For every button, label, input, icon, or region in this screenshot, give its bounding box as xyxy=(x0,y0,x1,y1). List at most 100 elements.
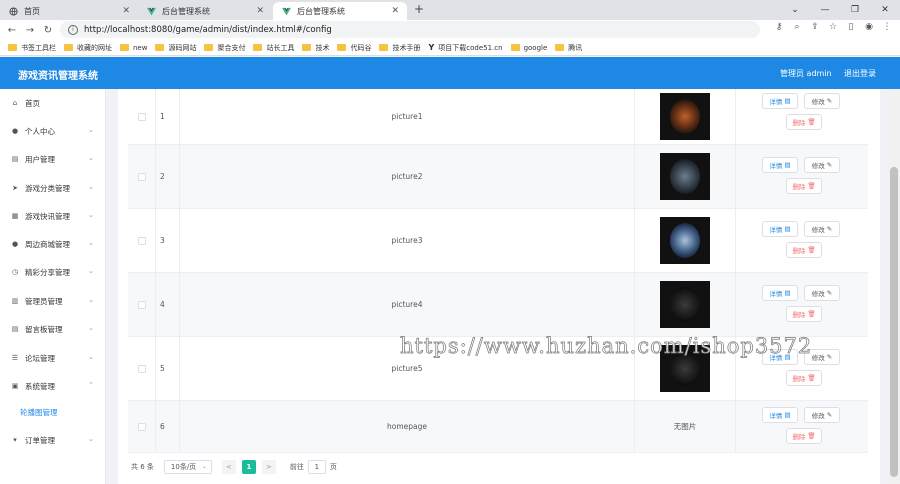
row-index: 6 xyxy=(156,401,180,452)
chevron-down-icon[interactable]: ⌄ xyxy=(780,0,810,20)
sidebar-item-system[interactable]: ▣ 系统管理 ⌃ xyxy=(0,376,106,396)
row-checkbox[interactable] xyxy=(137,236,146,245)
bookmark[interactable]: 收藏的网址 xyxy=(64,43,112,53)
chevron-down-icon: ⌄ xyxy=(88,353,94,361)
bookmark[interactable]: 技术手册 xyxy=(379,43,420,53)
thumbnail-image xyxy=(660,281,710,328)
sidebar-item-profile[interactable]: ● 个人中心 ⌄ xyxy=(0,121,106,141)
bookmark[interactable]: 腾讯 xyxy=(555,43,582,53)
edit-button[interactable]: 修改 ✎ xyxy=(804,157,840,173)
bookmark[interactable]: new xyxy=(120,44,147,52)
browser-tab[interactable]: 后台管理系统 ✕ xyxy=(138,2,272,20)
sidebar-item-game-news[interactable]: ▦ 游戏快讯管理 ⌄ xyxy=(0,206,106,226)
scrollbar-thumb[interactable] xyxy=(890,167,898,477)
edit-button[interactable]: 修改 ✎ xyxy=(804,285,840,301)
menu-icon[interactable]: ⋮ xyxy=(880,22,894,32)
chevron-down-icon: ⌄ xyxy=(201,463,207,470)
bookmark[interactable]: 源码网站 xyxy=(155,43,196,53)
close-icon[interactable]: ✕ xyxy=(391,6,399,16)
delete-button[interactable]: 删除 🗑 xyxy=(786,114,822,130)
detail-button[interactable]: 详情 ▤ xyxy=(762,93,798,109)
profile-icon[interactable]: ◉ xyxy=(862,22,876,32)
prev-page-button[interactable]: < xyxy=(221,460,236,474)
row-checkbox[interactable] xyxy=(137,364,146,373)
chevron-down-icon: ⌄ xyxy=(88,296,94,304)
close-icon[interactable]: ✕ xyxy=(122,6,130,16)
current-page-button[interactable]: 1 xyxy=(241,460,256,474)
bar-chart-icon: ▥ xyxy=(11,297,19,305)
logout-link[interactable]: 退出登录 xyxy=(844,68,876,79)
sidebar-item-share[interactable]: ◷ 精彩分享管理 ⌄ xyxy=(0,262,106,282)
bookmark[interactable]: 代码谷 xyxy=(337,43,371,53)
row-checkbox[interactable] xyxy=(137,300,146,309)
sidebar-item-home[interactable]: ⌂ 首页 xyxy=(0,93,106,113)
reload-icon[interactable]: ↻ xyxy=(39,25,57,36)
detail-button[interactable]: 详情 ▤ xyxy=(762,157,798,173)
minimize-icon[interactable]: — xyxy=(810,0,840,20)
row-actions: 详情 ▤ 修改 ✎ 删除 🗑 xyxy=(736,401,868,452)
row-checkbox[interactable] xyxy=(137,422,146,431)
folder-icon xyxy=(510,44,520,51)
chevron-down-icon: ⌄ xyxy=(88,211,94,219)
detail-button[interactable]: 详情 ▤ xyxy=(762,285,798,301)
delete-button[interactable]: 删除 🗑 xyxy=(786,306,822,322)
zoom-icon[interactable]: ⌕ xyxy=(790,22,804,32)
delete-button[interactable]: 删除 🗑 xyxy=(786,370,822,386)
sliders-icon: ☰ xyxy=(11,354,19,362)
new-tab-icon[interactable]: + xyxy=(414,2,424,16)
browser-tab-active[interactable]: 后台管理系统 ✕ xyxy=(273,2,407,20)
chevron-up-icon: ⌃ xyxy=(88,381,94,389)
goto-label: 前往 xyxy=(289,463,304,471)
row-actions: 详情 ▤ 修改 ✎ 删除 🗑 xyxy=(736,89,868,144)
edit-button[interactable]: 修改 ✎ xyxy=(804,407,840,423)
restore-icon[interactable]: ❐ xyxy=(840,0,870,20)
edit-button[interactable]: 修改 ✎ xyxy=(804,93,840,109)
row-checkbox-cell xyxy=(128,273,156,336)
edit-button[interactable]: 修改 ✎ xyxy=(804,221,840,237)
detail-button[interactable]: 详情 ▤ xyxy=(762,221,798,237)
folder-icon xyxy=(120,44,129,51)
sidebar-item-users[interactable]: ▤ 用户管理 ⌄ xyxy=(0,149,106,169)
row-checkbox[interactable] xyxy=(137,112,146,121)
sidebar-item-shop[interactable]: ● 周边商城管理 ⌄ xyxy=(0,234,106,254)
bookmark[interactable]: google xyxy=(510,44,547,52)
page-size-select[interactable]: 10条/页 ⌄ xyxy=(163,460,212,474)
sidebar-icon[interactable]: ▯ xyxy=(844,22,858,32)
sidebar-item-carousel[interactable]: 轮播图管理 xyxy=(0,402,106,422)
star-icon[interactable]: ☆ xyxy=(826,22,840,32)
table-row: 1 picture1 详情 ▤ 修改 ✎ 删除 🗑 xyxy=(128,89,868,145)
delete-button[interactable]: 删除 🗑 xyxy=(786,428,822,444)
bookmark[interactable]: 书签工具栏 xyxy=(8,43,56,53)
row-index: 3 xyxy=(156,209,180,272)
url-input[interactable]: i http://localhost:8080/game/admin/dist/… xyxy=(60,21,760,38)
table-row: 2 picture2 详情 ▤ 修改 ✎ 删除 🗑 xyxy=(128,145,868,209)
row-index: 2 xyxy=(156,145,180,208)
delete-button[interactable]: 删除 🗑 xyxy=(786,178,822,194)
browser-tab[interactable]: 首页 ✕ xyxy=(0,2,138,20)
close-icon[interactable]: ✕ xyxy=(256,6,264,16)
sidebar-item-game-categories[interactable]: ➤ 游戏分类管理 ⌄ xyxy=(0,178,106,198)
next-page-button[interactable]: > xyxy=(261,460,276,474)
url-text: http://localhost:8080/game/admin/dist/in… xyxy=(84,24,332,35)
detail-button[interactable]: 详情 ▤ xyxy=(762,407,798,423)
row-checkbox[interactable] xyxy=(137,172,146,181)
info-icon[interactable]: i xyxy=(68,24,78,35)
sidebar-item-admins[interactable]: ▥ 管理员管理 ⌄ xyxy=(0,291,106,311)
close-window-icon[interactable]: ✕ xyxy=(870,0,900,20)
back-icon[interactable]: ← xyxy=(3,25,21,36)
bookmark[interactable]: 技术 xyxy=(302,43,329,53)
row-image-cell xyxy=(635,145,736,208)
sidebar-item-forum[interactable]: ☰ 论坛管理 ⌄ xyxy=(0,348,106,368)
forward-icon[interactable]: → xyxy=(21,25,39,36)
goto-page-input[interactable]: 1 xyxy=(307,460,326,474)
sidebar-item-messages[interactable]: ▤ 留言板管理 ⌄ xyxy=(0,319,106,339)
vue-logo-icon xyxy=(146,6,156,16)
delete-button[interactable]: 删除 🗑 xyxy=(786,242,822,258)
bookmark[interactable]: 站长工具 xyxy=(253,43,294,53)
sidebar-item-orders[interactable]: ▾ 订单管理 ⌄ xyxy=(0,430,106,450)
scrollbar[interactable] xyxy=(888,89,900,484)
bookmark[interactable]: Y 项目下载code51.cn xyxy=(428,43,502,53)
bookmark[interactable]: 聚合支付 xyxy=(204,43,245,53)
share-icon[interactable]: ⇪ xyxy=(808,22,822,32)
key-icon[interactable]: ⚷ xyxy=(772,22,786,32)
